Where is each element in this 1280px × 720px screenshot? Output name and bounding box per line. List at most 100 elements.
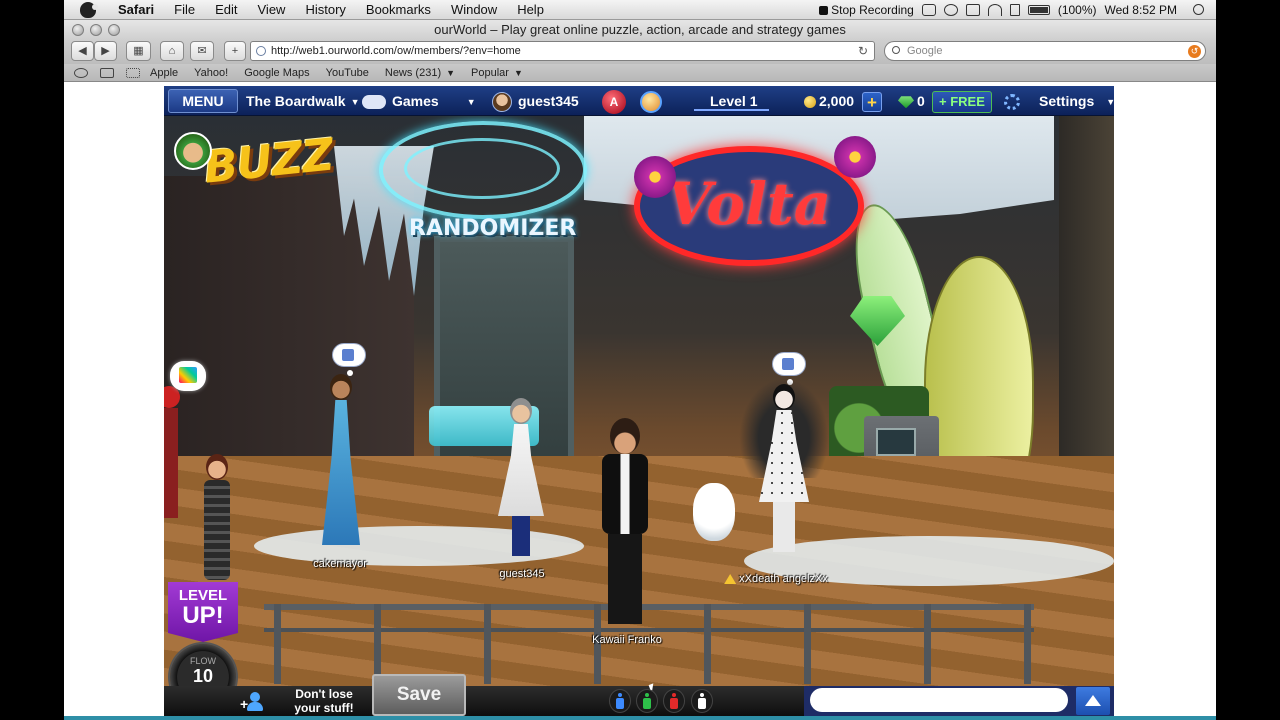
randomizer-sign[interactable]: RANDOMIZER xyxy=(409,216,576,241)
game-menu-button[interactable]: MENU xyxy=(168,89,238,113)
mood-button[interactable] xyxy=(640,86,662,116)
level-up-line1: LEVEL xyxy=(178,587,228,604)
address-bar[interactable]: http://web1.ourworld.com/ow/members/?env… xyxy=(250,41,875,61)
player-name-guest345[interactable]: guest345 xyxy=(499,568,544,580)
avatar-body xyxy=(322,400,360,545)
add-bookmark-button[interactable]: + xyxy=(224,41,246,61)
emote-red-button[interactable] xyxy=(663,689,685,713)
minimize-window-icon[interactable] xyxy=(90,24,102,36)
battery-icon[interactable] xyxy=(1027,4,1050,15)
user-profile-button[interactable]: guest345 xyxy=(492,86,579,116)
home-button[interactable]: ⌂ xyxy=(160,41,184,61)
npc-avatar[interactable] xyxy=(164,386,184,526)
settings-label: Settings xyxy=(1039,93,1095,109)
bookmarks-book-icon[interactable] xyxy=(100,67,114,78)
free-gems-button[interactable]: + FREE xyxy=(932,86,992,116)
bookmark-youtube[interactable]: YouTube xyxy=(326,67,369,79)
settings-dropdown[interactable]: Settings ▼ xyxy=(1039,86,1115,116)
emote-blue-button[interactable] xyxy=(609,689,631,713)
player-name-kawaii-franko[interactable]: Kawaii Franko xyxy=(592,634,662,646)
buy-coins-button[interactable]: + xyxy=(862,86,882,116)
player-name-cakemayor[interactable]: cakemayor xyxy=(313,558,367,570)
player-avatar-cakemayor[interactable] xyxy=(314,374,368,549)
railing-post xyxy=(374,604,381,684)
avatar-head xyxy=(610,418,640,454)
avatar-legs xyxy=(773,502,795,552)
time-machine-icon[interactable] xyxy=(943,3,958,16)
railing-post xyxy=(804,604,811,684)
railing-post xyxy=(274,604,281,684)
npc-avatar[interactable] xyxy=(194,454,240,589)
clock[interactable]: Wed 8:52 PM xyxy=(1105,3,1177,17)
apple-badge-icon: A xyxy=(602,90,626,115)
username-label: guest345 xyxy=(518,93,579,109)
forward-button[interactable]: ▶ xyxy=(94,41,117,61)
settings-gear[interactable] xyxy=(1004,86,1020,116)
stop-recording-item[interactable]: Stop Recording xyxy=(819,3,914,17)
game-scene[interactable]: BUZZ RANDOMIZER Volta cakemayor guest345… xyxy=(164,116,1114,686)
player-avatar-kawaii-franko[interactable] xyxy=(596,418,654,628)
bookmark-news[interactable]: News (231) ▼ xyxy=(385,67,455,79)
bookmark-google-maps[interactable]: Google Maps xyxy=(244,67,309,79)
script-menu-icon[interactable] xyxy=(921,3,936,16)
profile-bubble-icon[interactable] xyxy=(772,352,806,385)
avatar-head xyxy=(510,398,532,424)
back-button[interactable]: ◀ xyxy=(71,41,94,61)
avatar-head xyxy=(330,374,352,400)
flow-meter[interactable]: FLOW 10 xyxy=(170,644,236,686)
achievements-button[interactable]: A xyxy=(602,86,626,116)
player-avatar-xxdeath-angelzxx[interactable] xyxy=(739,378,829,558)
railing-post xyxy=(1024,604,1031,684)
spotlight-icon[interactable] xyxy=(1193,4,1204,15)
menu-edit[interactable]: Edit xyxy=(205,2,247,17)
snapback-icon[interactable]: ↺ xyxy=(1188,45,1201,58)
search-field[interactable]: Google ↺ xyxy=(884,41,1206,61)
gem-balance: 0 xyxy=(898,86,925,116)
games-label: Games xyxy=(392,93,439,109)
zoom-window-icon[interactable] xyxy=(108,24,120,36)
profile-bubble-icon[interactable] xyxy=(332,343,366,376)
reading-glasses-icon[interactable] xyxy=(74,67,88,78)
player-profile-avatar[interactable] xyxy=(174,132,212,170)
apple-menu-icon[interactable] xyxy=(80,1,98,18)
bookmark-yahoo[interactable]: Yahoo! xyxy=(194,67,228,79)
location-dropdown[interactable]: The Boardwalk ▼ xyxy=(246,86,360,116)
mail-page-button[interactable]: ✉ xyxy=(190,41,214,61)
avatar-body xyxy=(204,480,230,580)
player-avatar-guest345[interactable] xyxy=(494,398,548,558)
os-menu-bar: Safari File Edit View History Bookmarks … xyxy=(64,0,1216,20)
emote-person-icon xyxy=(645,693,649,697)
white-pet[interactable] xyxy=(689,483,739,543)
menu-safari[interactable]: Safari xyxy=(108,2,164,17)
bluetooth-icon[interactable] xyxy=(965,3,980,16)
chat-send-button[interactable] xyxy=(1076,687,1110,715)
emote-white-button[interactable] xyxy=(691,689,713,713)
emote-person-body xyxy=(643,698,651,709)
player-name-xxdeath-angelzxx[interactable]: xXdeath angelzXx xyxy=(724,573,828,585)
plus-icon: + xyxy=(240,696,249,712)
top-sites-button[interactable]: ▦ xyxy=(126,41,151,61)
level-up-badge[interactable]: LEVEL UP! xyxy=(168,582,238,642)
save-button[interactable]: Save xyxy=(372,674,657,716)
wifi-icon[interactable] xyxy=(987,3,1002,16)
avatar-legs xyxy=(512,516,530,556)
menu-help[interactable]: Help xyxy=(507,2,554,17)
menu-file[interactable]: File xyxy=(164,2,205,17)
menu-window[interactable]: Window xyxy=(441,2,507,17)
chat-input[interactable] xyxy=(810,688,1068,712)
search-icon xyxy=(892,46,900,54)
bookmark-popular[interactable]: Popular ▼ xyxy=(471,67,523,79)
menu-bookmarks[interactable]: Bookmarks xyxy=(356,2,441,17)
reload-icon[interactable]: ↻ xyxy=(858,42,868,60)
top-sites-grid-icon[interactable] xyxy=(126,67,140,78)
menu-view[interactable]: View xyxy=(248,2,296,17)
volume-icon[interactable] xyxy=(1009,3,1020,16)
shopping-bag-icon[interactable] xyxy=(170,361,206,391)
coin-icon xyxy=(804,96,816,109)
emote-green-button[interactable] xyxy=(636,689,658,713)
add-friend-button[interactable]: + xyxy=(240,690,268,712)
menu-history[interactable]: History xyxy=(295,2,355,17)
close-window-icon[interactable] xyxy=(72,24,84,36)
games-dropdown[interactable]: Games ▼ xyxy=(362,86,482,116)
bookmark-apple[interactable]: Apple xyxy=(150,67,178,79)
